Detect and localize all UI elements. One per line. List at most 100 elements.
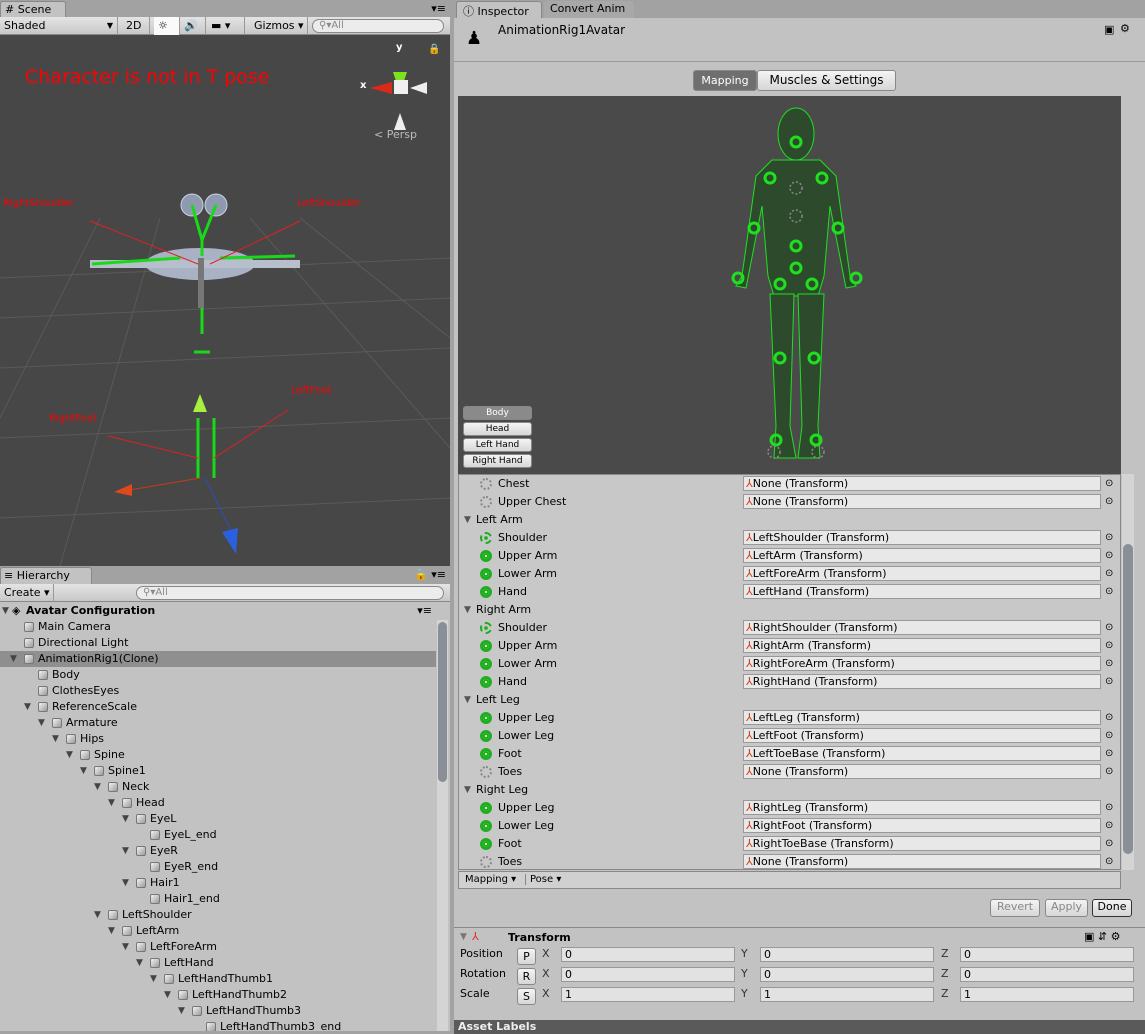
muscles-settings-tab[interactable]: Muscles & Settings xyxy=(757,70,896,91)
expand-triangle-icon[interactable]: ▼ xyxy=(464,691,471,709)
help-icon[interactable]: ▣ xyxy=(1104,23,1114,36)
object-picker-icon[interactable]: ⊙ xyxy=(1105,619,1113,637)
panel-menu-icon[interactable]: 🔒 ▾≡ xyxy=(414,568,446,581)
bone-transform-field[interactable]: ⅄None (Transform) xyxy=(743,494,1101,509)
bone-transform-field[interactable]: ⅄LeftHand (Transform) xyxy=(743,584,1101,599)
lock-icon[interactable]: 🔒 xyxy=(428,44,440,55)
object-picker-icon[interactable]: ⊙ xyxy=(1105,493,1113,511)
expand-triangle-icon[interactable]: ▼ xyxy=(136,955,143,971)
hierarchy-item[interactable]: ▼ LeftHand xyxy=(0,955,436,971)
bone-group-header[interactable]: ▼ Right Arm xyxy=(459,601,1119,619)
hierarchy-item[interactable]: ▼ LeftHandThumb2 xyxy=(0,987,436,1003)
hierarchy-item[interactable]: Directional Light xyxy=(0,635,436,651)
expand-triangle-icon[interactable]: ▼ xyxy=(108,923,115,939)
shading-dropdown[interactable]: Shaded ▼ xyxy=(0,17,118,35)
transform-toolbar-icons[interactable]: ▣ ⇵ ⚙ xyxy=(1084,930,1121,943)
settings-gear-icon[interactable]: ⚙ xyxy=(1120,22,1130,35)
bone-transform-field[interactable]: ⅄RightForeArm (Transform) xyxy=(743,656,1101,671)
bone-transform-field[interactable]: ⅄LeftFoot (Transform) xyxy=(743,728,1101,743)
object-picker-icon[interactable]: ⊙ xyxy=(1105,763,1113,781)
hierarchy-item[interactable]: ▼ Head xyxy=(0,795,436,811)
object-picker-icon[interactable]: ⊙ xyxy=(1105,655,1113,673)
transform-x-input[interactable]: 1 xyxy=(561,987,735,1002)
bone-transform-field[interactable]: ⅄LeftArm (Transform) xyxy=(743,548,1101,563)
tab-inspector[interactable]: ⓘ Inspector xyxy=(456,1,542,18)
body-part-button[interactable]: Head xyxy=(463,422,532,436)
hierarchy-item[interactable]: ▼ EyeR xyxy=(0,843,436,859)
object-picker-icon[interactable]: ⊙ xyxy=(1105,637,1113,655)
lighting-toggle-icon[interactable]: ☼ xyxy=(154,17,180,35)
hierarchy-item[interactable]: ▼ Hips xyxy=(0,731,436,747)
effects-toggle-icon[interactable]: ▬ ▾ xyxy=(207,17,245,35)
transform-y-input[interactable]: 0 xyxy=(760,947,934,962)
bone-transform-field[interactable]: ⅄LeftShoulder (Transform) xyxy=(743,530,1101,545)
bone-transform-field[interactable]: ⅄RightShoulder (Transform) xyxy=(743,620,1101,635)
bone-transform-field[interactable]: ⅄None (Transform) xyxy=(743,764,1101,779)
object-picker-icon[interactable]: ⊙ xyxy=(1105,475,1113,493)
apply-button[interactable]: Apply xyxy=(1045,899,1088,917)
expand-triangle-icon[interactable]: ▼ xyxy=(80,763,87,779)
scene-menu-icon[interactable]: ▾≡ xyxy=(417,603,432,619)
hierarchy-item[interactable]: ▼ LeftHandThumb1 xyxy=(0,971,436,987)
bone-transform-field[interactable]: ⅄None (Transform) xyxy=(743,476,1101,491)
transform-scale-button[interactable]: S xyxy=(517,988,536,1005)
expand-triangle-icon[interactable]: ▼ xyxy=(164,987,171,1003)
object-picker-icon[interactable]: ⊙ xyxy=(1105,709,1113,727)
object-picker-icon[interactable]: ⊙ xyxy=(1105,799,1113,817)
expand-triangle-icon[interactable]: ▼ xyxy=(122,811,129,827)
bone-transform-field[interactable]: ⅄RightLeg (Transform) xyxy=(743,800,1101,815)
expand-triangle-icon[interactable]: ▼ xyxy=(38,715,45,731)
hierarchy-item[interactable]: LeftHandThumb3_end xyxy=(0,1019,436,1031)
help-icon[interactable]: ▣ xyxy=(1084,930,1094,943)
scene-root[interactable]: ▼ ◈ Avatar Configuration ▾≡ xyxy=(0,603,436,619)
bone-transform-field[interactable]: ⅄LeftForeArm (Transform) xyxy=(743,566,1101,581)
object-picker-icon[interactable]: ⊙ xyxy=(1105,673,1113,691)
expand-triangle-icon[interactable]: ▼ xyxy=(94,907,101,923)
hierarchy-item[interactable]: ▼ LeftForeArm xyxy=(0,939,436,955)
expand-triangle-icon[interactable]: ▼ xyxy=(122,843,129,859)
tab-convert-anim[interactable]: Convert Anim xyxy=(544,1,634,18)
expand-triangle-icon[interactable]: ▼ xyxy=(108,795,115,811)
expand-triangle-icon[interactable]: ▼ xyxy=(464,601,471,619)
create-dropdown[interactable]: Create ▾ xyxy=(0,584,54,602)
2d-toggle[interactable]: 2D xyxy=(122,17,150,35)
expand-triangle-icon[interactable]: ▼ xyxy=(66,747,73,763)
mapping-tab[interactable]: Mapping xyxy=(693,70,757,91)
orientation-gizmo[interactable] xyxy=(370,72,427,130)
scrollbar-thumb[interactable] xyxy=(438,622,447,782)
hierarchy-item[interactable]: ClothesEyes xyxy=(0,683,436,699)
transform-z-input[interactable]: 1 xyxy=(960,987,1134,1002)
object-picker-icon[interactable]: ⊙ xyxy=(1105,727,1113,745)
bone-transform-field[interactable]: ⅄None (Transform) xyxy=(743,854,1101,869)
expand-triangle-icon[interactable]: ▼ xyxy=(178,1003,185,1019)
tab-hierarchy[interactable]: ≡ Hierarchy xyxy=(0,567,92,584)
asset-labels-header[interactable]: Asset Labels xyxy=(454,1020,1145,1034)
hierarchy-item[interactable]: ▼ Spine xyxy=(0,747,436,763)
bone-transform-field[interactable]: ⅄RightFoot (Transform) xyxy=(743,818,1101,833)
transform-x-input[interactable]: 0 xyxy=(561,947,735,962)
object-picker-icon[interactable]: ⊙ xyxy=(1105,565,1113,583)
hierarchy-item[interactable]: ▼ Hair1 xyxy=(0,875,436,891)
body-part-button[interactable]: Body xyxy=(463,406,532,420)
body-part-button[interactable]: Left Hand xyxy=(463,438,532,452)
hierarchy-item[interactable]: EyeL_end xyxy=(0,827,436,843)
bone-group-header[interactable]: ▼ Right Leg xyxy=(459,781,1119,799)
expand-triangle-icon[interactable]: ▼ xyxy=(94,779,101,795)
scene-search-input[interactable]: ⚲▾All xyxy=(312,19,444,33)
object-picker-icon[interactable]: ⊙ xyxy=(1105,853,1113,869)
bone-transform-field[interactable]: ⅄RightToeBase (Transform) xyxy=(743,836,1101,851)
transform-z-input[interactable]: 0 xyxy=(960,947,1134,962)
panel-menu-icon[interactable]: ▾≡ xyxy=(431,2,446,15)
hierarchy-item[interactable]: Hair1_end xyxy=(0,891,436,907)
transform-x-input[interactable]: 0 xyxy=(561,967,735,982)
transform-position-button[interactable]: P xyxy=(517,948,536,965)
collapse-triangle-icon[interactable]: ▼ xyxy=(460,932,467,942)
hierarchy-item[interactable]: Main Camera xyxy=(0,619,436,635)
hierarchy-item[interactable]: EyeR_end xyxy=(0,859,436,875)
bone-group-header[interactable]: ▼ Left Leg xyxy=(459,691,1119,709)
transform-y-input[interactable]: 0 xyxy=(760,967,934,982)
bone-transform-field[interactable]: ⅄LeftToeBase (Transform) xyxy=(743,746,1101,761)
scrollbar-thumb[interactable] xyxy=(1123,544,1133,854)
hierarchy-item[interactable]: ▼ ReferenceScale xyxy=(0,699,436,715)
object-picker-icon[interactable]: ⊙ xyxy=(1105,817,1113,835)
